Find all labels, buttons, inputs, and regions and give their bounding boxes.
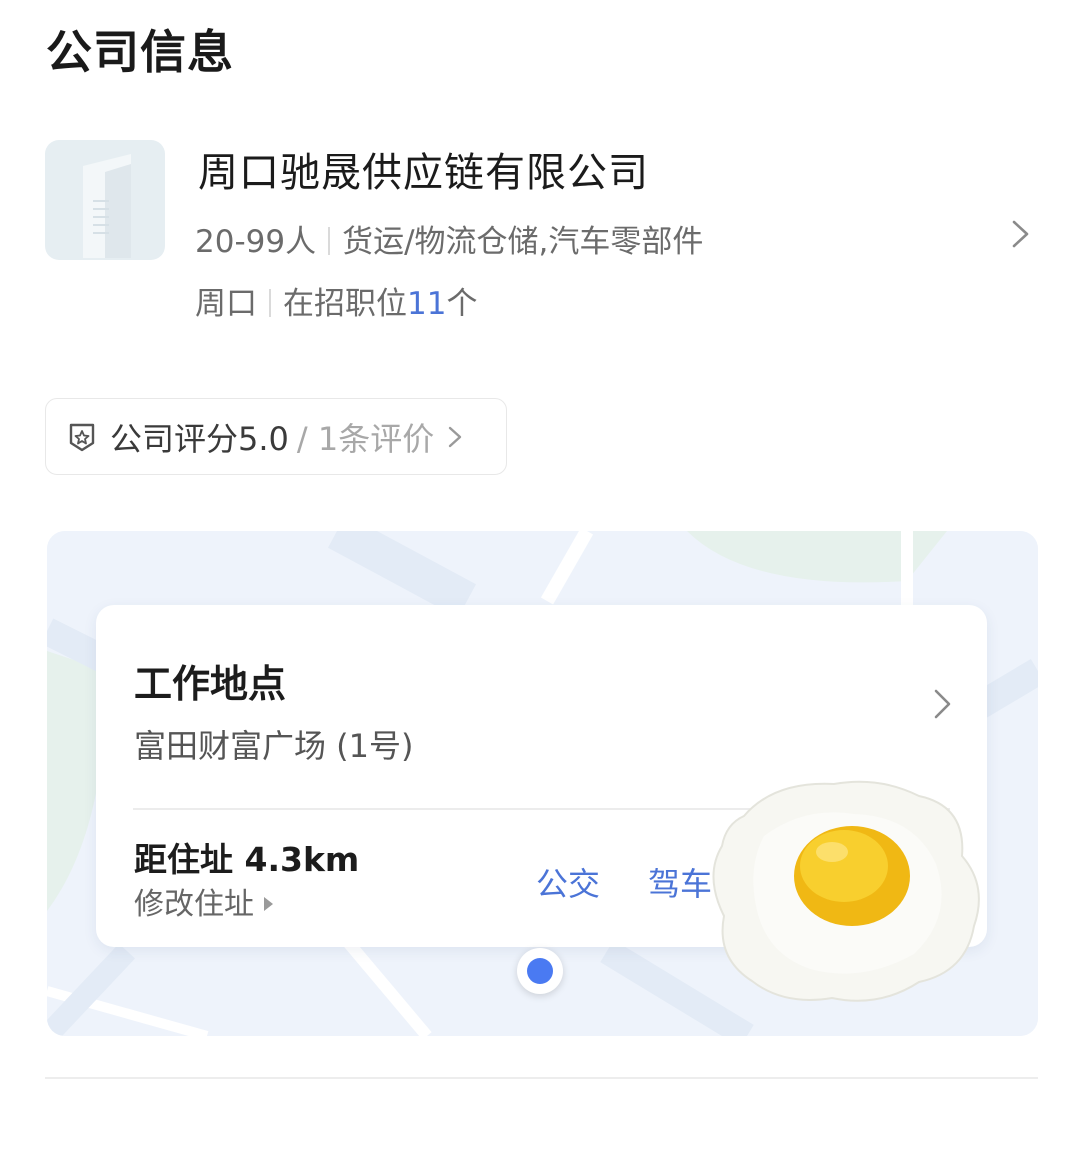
fried-egg-sticker (712, 780, 980, 1002)
company-industry: 货运/物流仓储,汽车零部件 (342, 224, 704, 260)
company-rating-button[interactable]: 公司评分5.0 / 1条评价 (45, 398, 507, 475)
rating-count: / 1条评价 (296, 419, 435, 458)
company-city: 周口 (195, 286, 257, 322)
chevron-right-icon (1012, 220, 1029, 248)
location-pin-icon (517, 948, 563, 994)
meta-separator (269, 289, 271, 317)
company-card[interactable]: 周口驰晟供应链有限公司 20-99人 货运/物流仓储,汽车零部件 周口 在招职位11… (45, 140, 1045, 330)
chevron-right-icon[interactable] (927, 687, 957, 721)
edit-address-label: 修改住址 (134, 887, 254, 922)
edit-home-address-link[interactable]: 修改住址 (134, 879, 273, 923)
work-location-title: 工作地点 (134, 662, 287, 706)
company-meta: 20-99人 货运/物流仓储,汽车零部件 (195, 216, 703, 261)
section-title: 公司信息 (46, 25, 234, 79)
rating-score: 公司评分5.0 (110, 419, 289, 458)
jobs-prefix: 在招职位 (283, 286, 407, 322)
meta-separator (328, 227, 331, 255)
jobs-suffix: 个 (446, 286, 478, 322)
chevron-right-icon (449, 426, 462, 447)
company-meta-secondary: 周口 在招职位11个 (195, 278, 477, 323)
company-size: 20-99人 (195, 224, 317, 260)
building-icon (45, 140, 165, 260)
work-location-address: 富田财富广场 (1号) (134, 727, 414, 765)
rating-badge-icon (69, 423, 95, 451)
drive-route-button[interactable]: 驾车 (648, 859, 712, 905)
bus-route-button[interactable]: 公交 (536, 859, 600, 905)
company-info-page: 公司信息 周口驰晟供应链有限公司 20-99人 货运/物流仓储,汽车零部件 周口在… (0, 0, 1080, 1150)
jobs-count: 11 (407, 286, 447, 322)
company-name: 周口驰晟供应链有限公司 (198, 150, 649, 196)
triangle-right-icon (264, 897, 273, 911)
distance-from-home: 距住址 4.3km (134, 840, 360, 879)
bottom-divider (45, 1077, 1038, 1079)
